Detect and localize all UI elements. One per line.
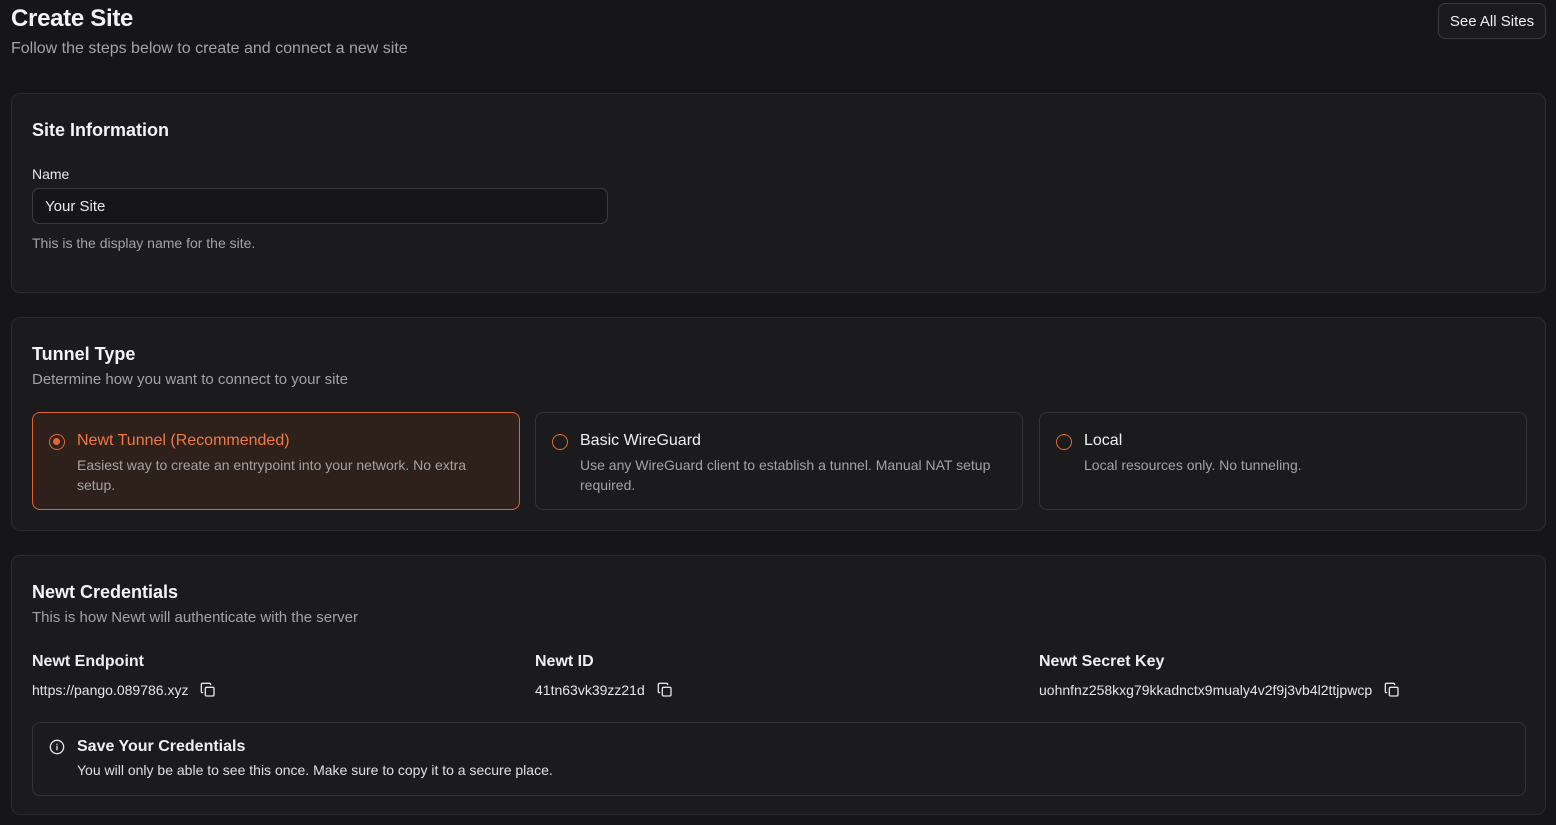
name-input[interactable] [32,188,608,224]
alert-title: Save Your Credentials [77,738,246,755]
copy-icon[interactable] [657,682,673,698]
site-information-title: Site Information [32,120,170,140]
newt-credentials-card: Newt Credentials This is how Newt will a… [11,555,1546,815]
newt-id-text: 41tn63vk39zz21d [535,682,645,698]
newt-secret-key-label: Newt Secret Key [1039,653,1165,670]
radio-selected-icon[interactable] [49,434,65,450]
site-information-card: Site Information Name This is the displa… [11,93,1546,293]
radio-unselected-icon[interactable] [552,434,568,450]
radio-unselected-icon[interactable] [1056,434,1072,450]
newt-id-value: 41tn63vk39zz21d [535,682,673,698]
tunnel-option-description: Local resources only. No tunneling. [1084,457,1302,473]
newt-endpoint-value: https://pango.089786.xyz [32,682,216,698]
copy-icon[interactable] [200,682,216,698]
tunnel-option-description: Use any WireGuard client to establish a … [580,457,991,493]
newt-endpoint-text: https://pango.089786.xyz [32,682,189,698]
page-subtitle: Follow the steps below to create and con… [11,40,408,57]
newt-credentials-title: Newt Credentials [32,582,179,602]
newt-endpoint-label: Newt Endpoint [32,653,144,670]
name-label: Name [32,166,70,182]
save-credentials-alert: Save Your Credentials You will only be a… [32,722,1526,796]
tunnel-option-description: Easiest way to create an entrypoint into… [77,457,467,493]
newt-credentials-description: This is how Newt will authenticate with … [32,609,358,626]
copy-icon[interactable] [1384,682,1400,698]
tunnel-type-card: Tunnel Type Determine how you want to co… [11,317,1546,531]
tunnel-option-newt[interactable]: Newt Tunnel (Recommended) Easiest way to… [32,412,520,510]
tunnel-option-wireguard[interactable]: Basic WireGuard Use any WireGuard client… [535,412,1023,510]
info-icon [49,739,65,755]
newt-id-label: Newt ID [535,653,594,670]
tunnel-type-title: Tunnel Type [32,344,136,364]
tunnel-option-local[interactable]: Local Local resources only. No tunneling… [1039,412,1527,510]
tunnel-type-description: Determine how you want to connect to you… [32,371,348,388]
newt-secret-key-text: uohnfnz258kxg79kkadnctx9mualy4v2f9j3vb4l… [1039,682,1373,698]
tunnel-option-title: Basic WireGuard [580,432,701,449]
tunnel-option-title: Local [1084,432,1123,449]
newt-secret-key-value: uohnfnz258kxg79kkadnctx9mualy4v2f9j3vb4l… [1039,682,1400,698]
alert-description: You will only be able to see this once. … [77,762,553,778]
page-title: Create Site [11,5,134,32]
name-help-text: This is the display name for the site. [32,235,256,251]
tunnel-option-title: Newt Tunnel (Recommended) [77,432,290,449]
see-all-sites-button[interactable]: See All Sites [1438,3,1546,39]
